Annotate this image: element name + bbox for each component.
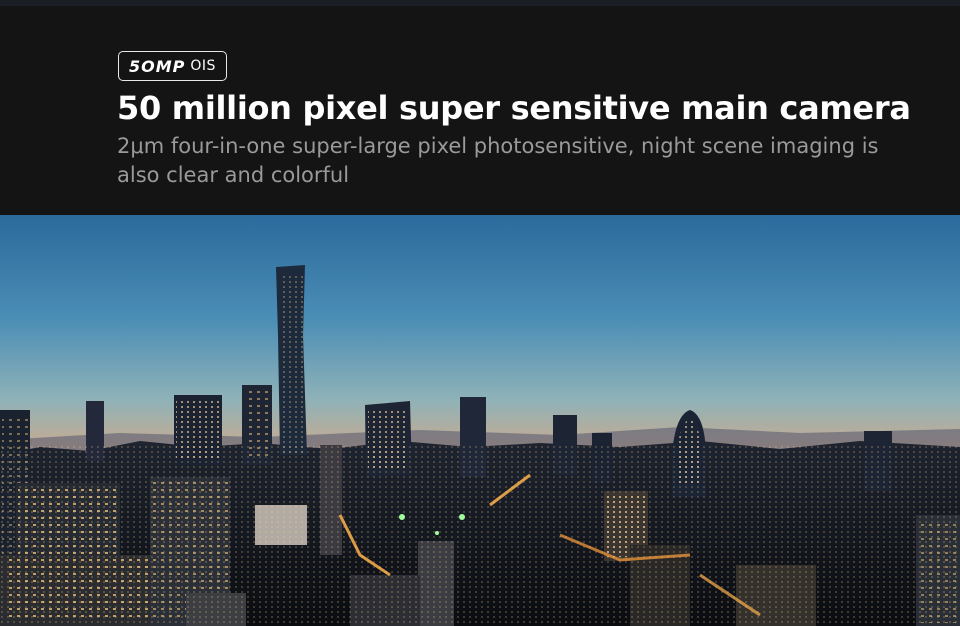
page-title: 50 million pixel super sensitive main ca… xyxy=(117,89,911,127)
skyline-illustration xyxy=(0,215,960,626)
page-subtitle: 2μm four-in-one super-large pixel photos… xyxy=(117,134,879,187)
50mp-ois-badge: 5OMP OIS xyxy=(118,51,227,81)
badge-mp-label: 5OMP xyxy=(129,56,186,76)
badge-ois-label: OIS xyxy=(190,58,216,74)
city-skyline-photo xyxy=(0,215,960,626)
feature-header: 5OMP OIS 50 million pixel super sensitiv… xyxy=(0,6,960,215)
